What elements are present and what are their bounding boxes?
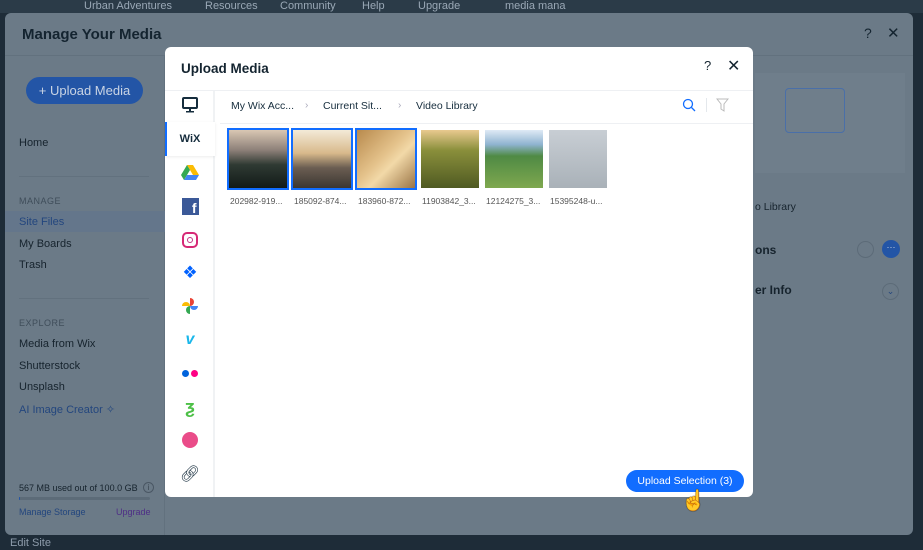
divider — [165, 90, 753, 91]
divider — [706, 98, 707, 112]
storage-bar-fill — [19, 497, 21, 500]
breadcrumb-account[interactable]: My Wix Acc... — [231, 100, 294, 112]
file-name: 202982-919... — [230, 196, 283, 206]
search-icon[interactable] — [682, 98, 696, 112]
nav-site[interactable]: Urban Adventures — [84, 0, 172, 12]
upload-media-button[interactable]: + Upload Media — [26, 77, 143, 104]
explore-header: EXPLORE — [19, 318, 66, 328]
divider — [19, 176, 149, 177]
facebook-icon[interactable]: f — [179, 195, 201, 217]
folder-name: o Library — [755, 201, 796, 213]
file-name: 12124275_3... — [486, 196, 541, 206]
bookmark-icon[interactable] — [857, 241, 874, 258]
link-icon[interactable]: 🔗︎ — [179, 463, 201, 485]
nav-unsplash[interactable]: Unsplash — [19, 381, 65, 393]
close-button[interactable]: ✕ — [727, 56, 740, 76]
actions-header: ons — [755, 243, 777, 257]
chevron-down-icon[interactable]: ⌄ — [882, 283, 899, 300]
help-button[interactable]: ? — [704, 58, 711, 73]
nav-site-files[interactable]: Site Files — [19, 216, 64, 228]
chevron-right-icon: › — [398, 100, 402, 111]
upload-media-modal: Upload Media ? ✕ WiX f ❖ v ƺ 🔗︎ My Wix Acc...… — [165, 47, 753, 497]
divider — [220, 123, 753, 124]
chevron-right-icon: › — [305, 100, 309, 111]
filter-icon[interactable] — [716, 98, 729, 112]
info-header: er Info — [755, 283, 792, 297]
divider — [19, 298, 149, 299]
storage-text: 567 MB used out of 100.0 GB — [19, 483, 138, 493]
nav-upgrade[interactable]: Upgrade — [418, 0, 460, 12]
file-name: 15395248-u... — [550, 196, 603, 206]
ai-label: AI Image Creator — [19, 404, 103, 416]
google-drive-icon[interactable] — [179, 162, 201, 184]
info-icon[interactable]: i — [143, 482, 154, 493]
video-folder-icon — [785, 88, 845, 133]
dribbble-icon[interactable] — [179, 429, 201, 451]
file-name: 11903842_3... — [422, 196, 476, 206]
vimeo-icon[interactable]: v — [179, 329, 201, 351]
close-button[interactable]: ✕ — [887, 24, 900, 42]
manage-header: MANAGE — [19, 196, 62, 206]
nav-home[interactable]: Home — [19, 137, 48, 149]
dialog-title: Manage Your Media — [22, 26, 162, 43]
deviantart-icon[interactable]: ƺ — [179, 396, 201, 418]
dropbox-icon[interactable]: ❖ — [179, 262, 201, 284]
modal-title: Upload Media — [181, 61, 269, 76]
google-photos-icon[interactable] — [179, 295, 201, 317]
nav-trash[interactable]: Trash — [19, 259, 47, 271]
nav-ai-image-creator[interactable]: AI Image Creator ✧ — [19, 403, 115, 416]
breadcrumb-site[interactable]: Current Sit... — [323, 100, 382, 112]
upgrade-link[interactable]: Upgrade — [116, 507, 151, 517]
sparkle-icon: ✧ — [105, 404, 116, 416]
cursor-hand-icon: ☝ — [681, 490, 706, 512]
nav-help[interactable]: Help — [362, 0, 385, 12]
folder-preview — [755, 73, 905, 173]
file-name: 183960-872... — [358, 196, 411, 206]
top-nav: Urban Adventures Resources Community Hel… — [0, 0, 923, 13]
wix-logo[interactable]: WiX — [179, 128, 201, 150]
file-thumbnail[interactable] — [421, 130, 479, 188]
nav-search[interactable]: media mana — [505, 0, 566, 12]
instagram-icon[interactable] — [179, 229, 201, 251]
file-thumbnail[interactable] — [549, 130, 607, 188]
flickr-icon[interactable] — [179, 362, 201, 384]
computer-icon[interactable] — [179, 94, 201, 116]
nav-my-boards[interactable]: My Boards — [19, 238, 72, 250]
file-thumbnail[interactable] — [355, 128, 417, 190]
file-thumbnail[interactable] — [227, 128, 289, 190]
file-name: 185092-874... — [294, 196, 347, 206]
nav-resources[interactable]: Resources — [205, 0, 258, 12]
breadcrumb-current: Video Library — [416, 100, 478, 112]
more-actions-icon[interactable]: ··· — [882, 240, 900, 258]
file-thumbnail[interactable] — [291, 128, 353, 190]
file-thumbnail[interactable] — [485, 130, 543, 188]
storage-bar — [19, 497, 150, 500]
nav-community[interactable]: Community — [280, 0, 336, 12]
nav-media-from-wix[interactable]: Media from Wix — [19, 338, 95, 350]
nav-shutterstock[interactable]: Shutterstock — [19, 360, 80, 372]
edit-site[interactable]: Edit Site — [10, 537, 51, 549]
media-sidebar — [5, 56, 165, 535]
manage-storage-link[interactable]: Manage Storage — [19, 507, 86, 517]
help-button[interactable]: ? — [864, 25, 872, 41]
